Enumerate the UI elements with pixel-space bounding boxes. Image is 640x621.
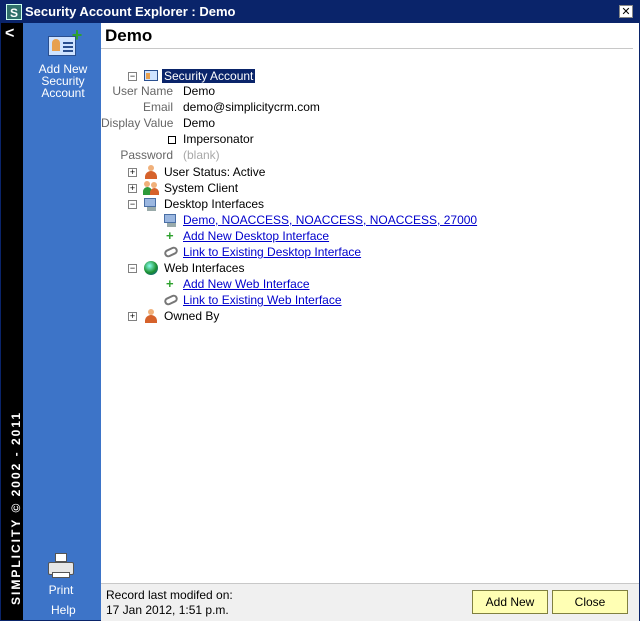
computer-icon bbox=[143, 196, 159, 212]
link-existing-web-interface-link[interactable]: Link to Existing Web Interface bbox=[183, 293, 342, 307]
record-modified-date: 17 Jan 2012, 1:51 p.m. bbox=[106, 603, 229, 617]
close-button[interactable]: Close bbox=[552, 590, 628, 614]
user-icon bbox=[143, 164, 159, 180]
print-button[interactable]: Print bbox=[37, 553, 85, 597]
record-modified-info: Record last modifed on: 17 Jan 2012, 1:5… bbox=[106, 588, 233, 618]
collapse-toggle-icon[interactable]: − bbox=[128, 200, 137, 209]
sidebar-strip: < SIMPLICITY © 2002 - 2011 bbox=[1, 23, 23, 620]
window-title: Security Account Explorer : Demo bbox=[25, 4, 236, 19]
add-icon: + bbox=[166, 228, 174, 243]
close-window-button[interactable]: ✕ bbox=[619, 5, 633, 18]
expand-toggle-icon[interactable]: + bbox=[128, 184, 137, 193]
impersonator-label: Impersonator bbox=[183, 132, 254, 146]
owner-icon bbox=[143, 308, 159, 324]
security-account-icon bbox=[143, 68, 159, 84]
owned-by-label: Owned By bbox=[164, 309, 220, 323]
collapse-toggle-icon[interactable]: − bbox=[128, 72, 137, 81]
add-account-card-icon: + bbox=[48, 26, 82, 57]
expand-toggle-icon[interactable]: + bbox=[128, 168, 137, 177]
add-new-web-interface-link[interactable]: Add New Web Interface bbox=[183, 277, 310, 291]
field-value: demo@simplicitycrm.com bbox=[183, 100, 320, 114]
copyright-text: SIMPLICITY © 2002 - 2011 bbox=[9, 410, 23, 605]
add-new-desktop-interface-link[interactable]: Add New Desktop Interface bbox=[183, 229, 329, 243]
add-new-security-account-label: Add New Security Account bbox=[38, 62, 88, 100]
title-divider bbox=[101, 48, 633, 49]
link-chain-icon bbox=[162, 293, 180, 307]
user-status-label: User Status: Active bbox=[164, 165, 266, 179]
password-value: (blank) bbox=[183, 148, 220, 162]
expand-toggle-icon[interactable]: + bbox=[128, 312, 137, 321]
record-modified-label: Record last modifed on: bbox=[106, 588, 233, 602]
app-icon: S bbox=[6, 4, 22, 20]
window: S Security Account Explorer : Demo ✕ < S… bbox=[0, 0, 640, 621]
add-new-button[interactable]: Add New bbox=[472, 590, 548, 614]
desktop-interfaces-label: Desktop Interfaces bbox=[164, 197, 265, 211]
link-chain-icon bbox=[162, 245, 180, 259]
add-icon: + bbox=[166, 276, 174, 291]
sidebar: < SIMPLICITY © 2002 - 2011 + Add New Sec… bbox=[1, 23, 101, 620]
desktop-interface-link[interactable]: Demo, NOACCESS, NOACCESS, NOACCESS, 2700… bbox=[183, 213, 477, 227]
system-client-label: System Client bbox=[164, 181, 239, 195]
printer-icon bbox=[46, 553, 76, 579]
field-value: Demo bbox=[183, 116, 216, 130]
footer: Record last modifed on: 17 Jan 2012, 1:5… bbox=[101, 583, 639, 621]
web-interfaces-label: Web Interfaces bbox=[164, 261, 245, 275]
link-existing-desktop-interface-link[interactable]: Link to Existing Desktop Interface bbox=[183, 245, 361, 259]
page-title: Demo bbox=[105, 26, 153, 45]
field-label: Password bbox=[120, 148, 173, 162]
print-label: Print bbox=[48, 583, 74, 597]
collapse-toggle-icon[interactable]: − bbox=[128, 264, 137, 273]
users-group-icon bbox=[143, 180, 159, 196]
title-bar[interactable]: S Security Account Explorer : Demo ✕ bbox=[1, 1, 639, 23]
security-account-label: Security Account bbox=[162, 69, 256, 83]
add-new-security-account-button[interactable]: + Add New Security Account bbox=[31, 26, 95, 100]
field-label: Email bbox=[142, 100, 173, 114]
impersonator-checkbox[interactable] bbox=[168, 136, 176, 144]
field-label: User Name bbox=[112, 84, 173, 98]
computer-icon bbox=[163, 212, 179, 228]
field-value: Demo bbox=[183, 84, 216, 98]
collapse-sidebar-icon[interactable]: < bbox=[5, 25, 14, 43]
help-button[interactable]: Help bbox=[51, 603, 76, 617]
field-label: Display Value bbox=[101, 116, 174, 130]
main-panel: Demo − Security Account User Name Demo E… bbox=[101, 23, 639, 620]
globe-icon bbox=[143, 260, 159, 276]
